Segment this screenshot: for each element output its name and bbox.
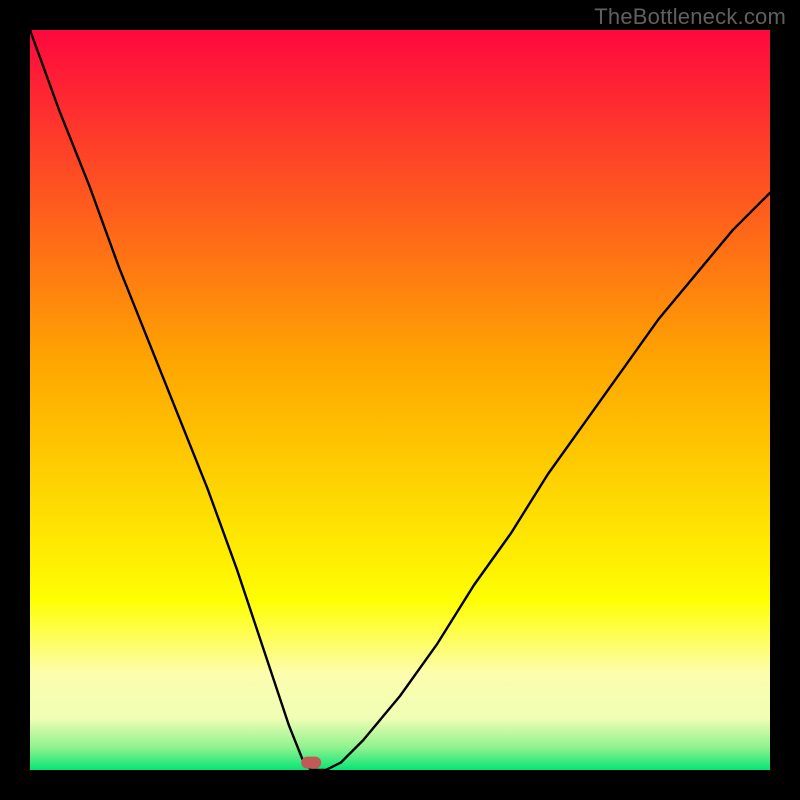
chart-background bbox=[30, 30, 770, 770]
watermark-text: TheBottleneck.com bbox=[594, 4, 786, 30]
chart-svg bbox=[30, 30, 770, 770]
bottleneck-chart bbox=[30, 30, 770, 770]
chart-frame: TheBottleneck.com bbox=[0, 0, 800, 800]
optimal-marker bbox=[301, 757, 321, 769]
